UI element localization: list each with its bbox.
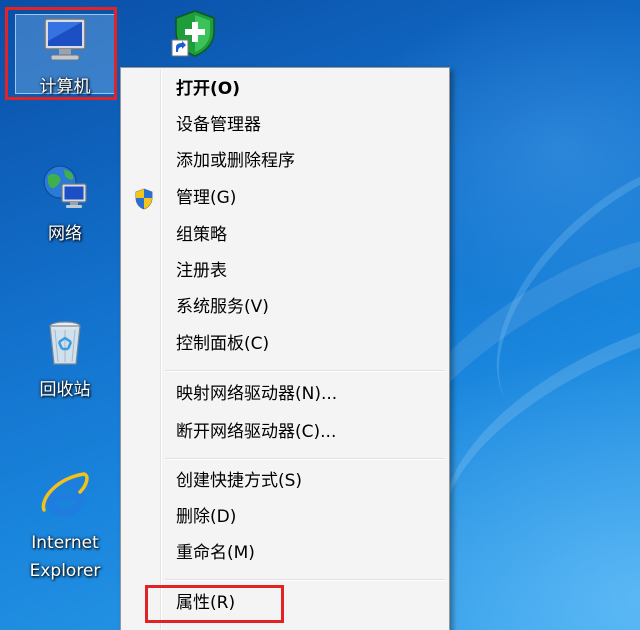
- menu-item-label: 删除(D): [176, 507, 237, 527]
- recycle-bin-icon: [49, 321, 81, 365]
- desktop-icon-label: Explorer: [29, 561, 101, 581]
- menu-item-label: 添加或删除程序: [176, 151, 295, 171]
- menu-item-label: 重命名(M): [176, 543, 255, 563]
- menu-item-rename[interactable]: 重命名(M): [124, 536, 446, 570]
- menu-separator: [165, 370, 445, 372]
- desktop-icon-internet-explorer[interactable]: Internet Explorer: [15, 470, 115, 585]
- menu-separator: [165, 579, 445, 581]
- menu-separator: [165, 458, 445, 460]
- menu-item-manage[interactable]: 管理(G): [124, 181, 446, 215]
- highlight-box-properties: [145, 585, 284, 623]
- menu-item-label: 创建快捷方式(S): [176, 471, 303, 491]
- context-menu: 打开(O) 设备管理器 添加或删除程序 管理(G) 组策略 注册表 系统服务(V…: [120, 67, 450, 630]
- network-globe-icon: [43, 165, 87, 208]
- highlight-box-computer: [5, 7, 117, 100]
- desktop-icon-recycle-bin[interactable]: 回收站: [15, 318, 115, 404]
- menu-item-label: 组策略: [176, 225, 227, 245]
- wallpaper-streak: [445, 98, 640, 490]
- menu-item-map-network-drive[interactable]: 映射网络驱动器(N)...: [124, 377, 446, 411]
- menu-item-label: 设备管理器: [176, 115, 261, 135]
- menu-item-create-shortcut[interactable]: 创建快捷方式(S): [124, 464, 446, 498]
- menu-item-group-policy[interactable]: 组策略: [124, 218, 446, 252]
- desktop-icon-label: 网络: [48, 224, 82, 244]
- menu-item-disconnect-network-drive[interactable]: 断开网络驱动器(C)...: [124, 415, 446, 449]
- internet-explorer-icon: [41, 472, 89, 517]
- desktop-icon-label: 回收站: [39, 380, 91, 400]
- menu-item-label: 映射网络驱动器(N)...: [176, 384, 338, 404]
- desktop: 计算机 网络 回收站 Internet Explorer 打开(O) 设备管理器…: [0, 0, 640, 630]
- menu-item-add-remove-programs[interactable]: 添加或删除程序: [124, 144, 446, 178]
- menu-item-label: 控制面板(C): [176, 334, 270, 354]
- menu-item-label: 注册表: [176, 261, 227, 281]
- menu-item-label: 断开网络驱动器(C)...: [176, 422, 337, 442]
- menu-item-control-panel[interactable]: 控制面板(C): [124, 327, 446, 361]
- security-shield-shortcut-icon: [171, 10, 215, 57]
- menu-item-label: 系统服务(V): [176, 297, 269, 317]
- menu-item-label: 打开(O): [176, 79, 240, 99]
- desktop-icon-label: Internet: [31, 533, 99, 553]
- menu-item-system-services[interactable]: 系统服务(V): [124, 290, 446, 324]
- menu-item-delete[interactable]: 删除(D): [124, 500, 446, 534]
- uac-shield-icon: [135, 188, 153, 210]
- menu-item-registry[interactable]: 注册表: [124, 254, 446, 288]
- menu-item-label: 管理(G): [176, 188, 237, 208]
- desktop-icon-security[interactable]: [150, 8, 240, 67]
- menu-item-open[interactable]: 打开(O): [124, 72, 446, 106]
- desktop-icon-network[interactable]: 网络: [15, 162, 115, 248]
- menu-item-device-manager[interactable]: 设备管理器: [124, 108, 446, 142]
